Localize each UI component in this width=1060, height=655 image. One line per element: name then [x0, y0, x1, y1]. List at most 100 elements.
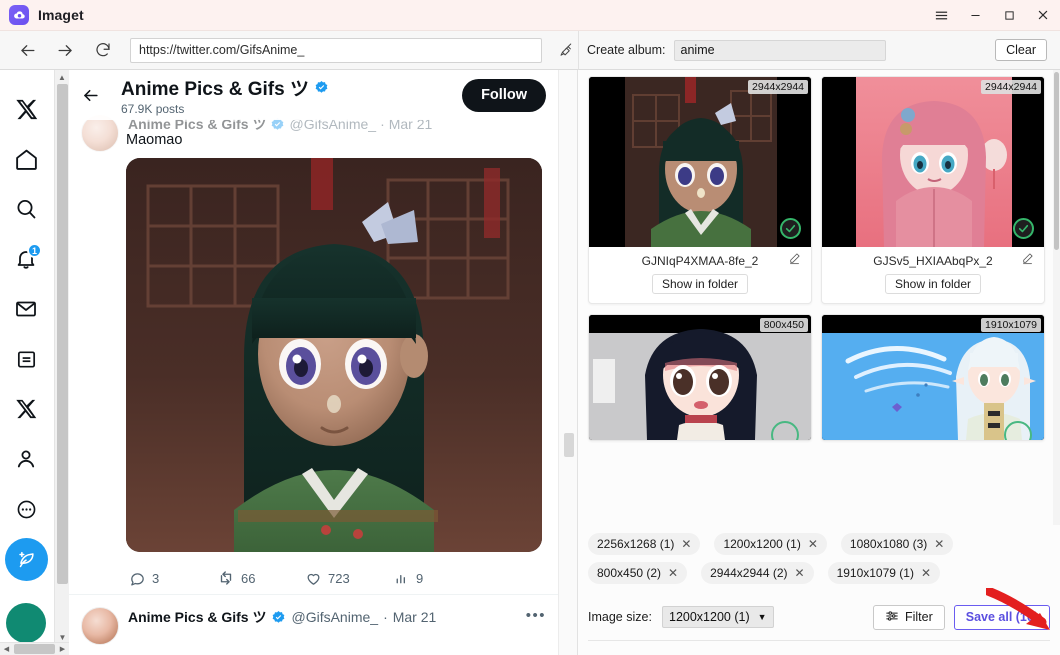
- notifications-bell-icon[interactable]: 1: [5, 234, 47, 284]
- scroll-left-icon[interactable]: ◀: [0, 645, 13, 653]
- scrollbar-thumb[interactable]: [57, 84, 68, 584]
- album-bar: Create album: anime Clear: [578, 31, 1060, 70]
- imaget-results-panel: 2944x2944 GJNIqP4XMAA-8fe_2 Show in fold…: [578, 70, 1060, 655]
- size-chip-label: 2944x2944 (2): [710, 566, 788, 580]
- x-premium-icon[interactable]: [5, 384, 47, 434]
- image-card[interactable]: 800x450: [588, 314, 812, 441]
- tweet-text: Maomao: [126, 132, 183, 148]
- card-thumbnail[interactable]: 2944x2944: [589, 77, 811, 247]
- horizontal-scrollbar[interactable]: ◀ ▶: [0, 642, 69, 655]
- retweet-action[interactable]: 66: [217, 569, 305, 587]
- reply-action[interactable]: 3: [129, 570, 217, 587]
- sliders-filter-icon: [885, 609, 899, 626]
- card-row: 2944x2944 GJNIqP4XMAA-8fe_2 Show in fold…: [588, 76, 1050, 314]
- profile-header-text: Anime Pics & Gifs ツ 67.9K posts: [121, 74, 329, 116]
- window-controls: [924, 0, 1060, 31]
- back-arrow-icon[interactable]: [81, 86, 111, 105]
- size-chip[interactable]: 1910x1079 (1) ✕: [827, 562, 941, 584]
- close-x-icon[interactable]: ✕: [681, 537, 691, 551]
- image-card[interactable]: 1910x1079: [821, 314, 1045, 441]
- scroll-right-icon[interactable]: ▶: [56, 645, 69, 653]
- compose-feather-icon[interactable]: [4, 538, 48, 581]
- card-thumbnail[interactable]: 800x450: [589, 315, 811, 440]
- views-count: 9: [416, 570, 424, 586]
- save-all-button[interactable]: Save all (10): [953, 604, 1050, 630]
- grok-icon[interactable]: [5, 334, 47, 384]
- views-action[interactable]: 9: [393, 570, 481, 587]
- close-x-icon[interactable]: ✕: [934, 537, 944, 551]
- avatar[interactable]: [81, 607, 119, 645]
- tweet2-author-name: Anime Pics & Gifs ツ: [128, 609, 267, 625]
- hamburger-menu-icon[interactable]: [924, 0, 958, 31]
- card-thumbnail[interactable]: 1910x1079: [822, 315, 1044, 440]
- tweet2-handle: @GifsAnime_: [291, 609, 379, 625]
- splitter-grip[interactable]: [564, 433, 574, 457]
- image-card[interactable]: 2944x2944 GJNIqP4XMAA-8fe_2 Show in fold…: [588, 76, 812, 304]
- tweet2-author-line: Anime Pics & Gifs ツ @GifsAnime_ · Mar 21: [128, 607, 436, 627]
- show-in-folder-button[interactable]: Show in folder: [884, 274, 982, 294]
- filter-button[interactable]: Filter: [872, 604, 945, 630]
- panel-scrollbar[interactable]: [1053, 70, 1060, 525]
- size-chip-label: 2256x1268 (1): [597, 537, 675, 551]
- hscrollbar-thumb[interactable]: [14, 644, 55, 654]
- size-chip[interactable]: 2944x2944 (2) ✕: [701, 562, 814, 584]
- scroll-up-icon[interactable]: ▲: [55, 70, 69, 84]
- maximize-icon[interactable]: [992, 0, 1026, 31]
- image-size-select[interactable]: 1200x1200 (1) ▼: [662, 606, 774, 628]
- close-x-icon[interactable]: ✕: [668, 566, 678, 580]
- size-chip[interactable]: 2256x1268 (1) ✕: [588, 533, 701, 555]
- pencil-edit-icon[interactable]: [1021, 252, 1034, 270]
- url-input[interactable]: https://twitter.com/GifsAnime_: [130, 37, 542, 63]
- nav-scrollbar[interactable]: ▲ ▼: [54, 70, 69, 644]
- like-action[interactable]: 723: [305, 570, 393, 587]
- forward-icon[interactable]: [48, 35, 82, 65]
- follow-button[interactable]: Follow: [462, 78, 546, 112]
- size-chip[interactable]: 1080x1080 (3) ✕: [840, 533, 954, 555]
- size-chip-label: 1080x1080 (3): [849, 537, 928, 551]
- home-icon[interactable]: [5, 134, 47, 184]
- search-icon[interactable]: [5, 184, 47, 234]
- tweet-media-image[interactable]: [126, 158, 542, 552]
- card-meta: GJSv5_HXIAAbqPx_2: [822, 247, 1044, 270]
- album-name-value: anime: [680, 43, 715, 57]
- avatar[interactable]: [6, 603, 46, 643]
- panel-scrollbar-thumb[interactable]: [1054, 72, 1059, 250]
- tweet2-separator: ·: [383, 609, 388, 625]
- close-x-icon[interactable]: ✕: [921, 566, 931, 580]
- close-x-icon[interactable]: ✕: [795, 566, 805, 580]
- profile-name: Anime Pics & Gifs ツ: [121, 79, 309, 100]
- image-card[interactable]: 2944x2944 GJSv5_HXIAAbqPx_2 Show in fold…: [821, 76, 1045, 304]
- more-dots-icon[interactable]: •••: [526, 607, 546, 624]
- x-logo-icon[interactable]: [5, 84, 47, 134]
- reload-icon[interactable]: [86, 35, 120, 65]
- size-chip[interactable]: 800x450 (2) ✕: [588, 562, 688, 584]
- more-dots-icon[interactable]: [5, 484, 47, 534]
- title-bar: Imaget: [0, 0, 1060, 31]
- messages-envelope-icon[interactable]: [5, 284, 47, 334]
- card-filename: GJNIqP4XMAA-8fe_2: [641, 254, 759, 268]
- show-in-folder-button[interactable]: Show in folder: [651, 274, 749, 294]
- divider: [588, 640, 1050, 641]
- show-folder-wrap: Show in folder: [822, 270, 1044, 303]
- like-count: 723: [328, 570, 350, 586]
- create-album-label: Create album:: [587, 43, 666, 57]
- pencil-edit-icon[interactable]: [788, 252, 801, 270]
- check-circle-icon[interactable]: [1013, 218, 1034, 239]
- card-meta: GJNIqP4XMAA-8fe_2: [589, 247, 811, 270]
- album-name-input[interactable]: anime: [673, 39, 886, 61]
- retweet-count: 66: [241, 570, 256, 586]
- panel-splitter[interactable]: [558, 70, 578, 655]
- clear-button[interactable]: Clear: [995, 39, 1047, 61]
- close-x-icon[interactable]: ✕: [808, 537, 818, 551]
- clear-button-label: Clear: [1006, 43, 1036, 57]
- tweet2-date: Mar 21: [392, 609, 437, 625]
- card-thumbnail[interactable]: 2944x2944: [822, 77, 1044, 247]
- minimize-icon[interactable]: [958, 0, 992, 31]
- tweet-author-row-next: Anime Pics & Gifs ツ @GifsAnime_ · Mar 21…: [69, 594, 558, 654]
- tweet-actions: 3 66 723 9: [129, 565, 549, 591]
- profile-person-icon[interactable]: [5, 434, 47, 484]
- close-icon[interactable]: [1026, 0, 1060, 31]
- size-chip[interactable]: 1200x1200 (1) ✕: [714, 533, 827, 555]
- back-icon[interactable]: [10, 35, 44, 65]
- check-circle-icon[interactable]: [780, 218, 801, 239]
